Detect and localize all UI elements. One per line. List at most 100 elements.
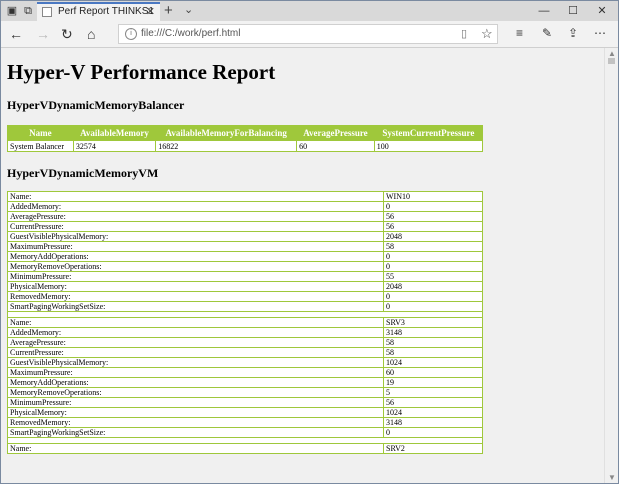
tab-bar: ▣ ⧉ Perf Report THINKS1 ✕ + ⌄ — ☐ ✕ — [1, 1, 618, 21]
tab-active[interactable]: Perf Report THINKS1 ✕ — [37, 2, 160, 21]
property-value: WIN10 — [383, 191, 483, 202]
balancer-section-heading: HyperVDynamicMemoryBalancer — [7, 98, 185, 112]
table-row: PhysicalMemory: 2048 — [7, 281, 483, 292]
info-icon[interactable]: i — [125, 28, 137, 40]
property-name: MemoryAddOperations: — [7, 251, 384, 262]
table-row: PhysicalMemory: 1024 — [7, 407, 483, 418]
table-row: SmartPagingWorkingSetSize: 0 — [7, 427, 483, 438]
property-value: 1024 — [383, 407, 483, 418]
maximize-button[interactable]: ☐ — [559, 2, 587, 20]
balancer-column-header: Name — [7, 125, 74, 141]
set-aside-tabs-icon[interactable]: ⧉ — [21, 4, 35, 18]
property-name: AddedMemory: — [7, 201, 384, 212]
table-row: MemoryAddOperations: 19 — [7, 377, 483, 388]
property-name: AveragePressure: — [7, 211, 384, 222]
tab-title: Perf Report THINKS1 — [58, 6, 154, 17]
property-name: Name: — [7, 443, 384, 454]
property-value: 3148 — [383, 327, 483, 338]
property-name: MinimumPressure: — [7, 271, 384, 282]
property-value: 56 — [383, 211, 483, 222]
property-name: AveragePressure: — [7, 337, 384, 348]
page-title: Hyper-V Performance Report — [7, 60, 276, 84]
reading-view-icon[interactable]: ▯ — [461, 27, 467, 40]
property-value: SRV3 — [383, 317, 483, 328]
forward-arrow-icon[interactable]: → — [36, 26, 50, 42]
table-row: Name: SRV3 — [7, 317, 483, 328]
chevron-down-icon[interactable]: ⌄ — [184, 3, 193, 16]
home-icon[interactable]: ⌂ — [87, 26, 95, 42]
address-url[interactable]: file:///C:/work/perf.html — [141, 28, 240, 39]
property-name: MemoryAddOperations: — [7, 377, 384, 388]
property-value: 3148 — [383, 417, 483, 428]
table-row: GuestVisiblePhysicalMemory: 2048 — [7, 231, 483, 242]
table-row: MinimumPressure: 56 — [7, 397, 483, 408]
toolbar: ← → ↻ ⌂ i file:///C:/work/perf.html ▯ ☆ … — [1, 21, 618, 48]
balancer-header-row: Name AvailableMemory AvailableMemoryForBal… — [7, 125, 484, 141]
hub-icon[interactable]: ≡ — [516, 26, 523, 40]
table-cell: 100 — [373, 140, 484, 152]
share-icon[interactable]: ⇪ — [568, 26, 578, 40]
property-name: AddedMemory: — [7, 327, 384, 338]
property-value: 1024 — [383, 357, 483, 368]
page-favicon-icon — [42, 7, 52, 17]
table-row: CurrentPressure: 56 — [7, 221, 483, 232]
browser-window: ▣ ⧉ Perf Report THINKS1 ✕ + ⌄ — ☐ ✕ ← → … — [0, 0, 619, 484]
property-name: Name: — [7, 317, 384, 328]
vm-section-heading: HyperVDynamicMemoryVM — [7, 166, 159, 180]
property-name: Name: — [7, 191, 384, 202]
property-name: GuestVisiblePhysicalMemory: — [7, 231, 384, 242]
property-value: 5 — [383, 387, 483, 398]
refresh-icon[interactable]: ↻ — [61, 26, 73, 42]
table-row: AddedMemory: 0 — [7, 201, 483, 212]
property-name: PhysicalMemory: — [7, 281, 384, 292]
table-row: MemoryRemoveOperations: 5 — [7, 387, 483, 398]
table-row: Name: WIN10 — [7, 191, 483, 202]
property-name: SmartPagingWorkingSetSize: — [7, 427, 384, 438]
tab-close-icon[interactable]: ✕ — [146, 5, 155, 18]
scroll-up-icon[interactable]: ▲ — [608, 49, 616, 58]
scroll-thumb[interactable] — [608, 58, 615, 64]
property-value: 58 — [383, 241, 483, 252]
property-name: MaximumPressure: — [7, 367, 384, 378]
table-cell: 16822 — [155, 140, 298, 152]
property-name: RemovedMemory: — [7, 291, 384, 302]
vertical-scrollbar[interactable]: ▲ ▼ — [604, 48, 618, 483]
table-cell: 32574 — [72, 140, 157, 152]
table-row: RemovedMemory: 0 — [7, 291, 483, 302]
favorite-star-icon[interactable]: ☆ — [481, 26, 493, 42]
table-row: System Balancer 32574 16822 60 100 — [7, 140, 484, 152]
back-arrow-icon[interactable]: ← — [9, 26, 23, 42]
table-row: MaximumPressure: 58 — [7, 241, 483, 252]
balancer-column-header: AvailableMemory — [72, 125, 157, 141]
property-value: 60 — [383, 367, 483, 378]
property-value: 58 — [383, 337, 483, 348]
property-value: 0 — [383, 201, 483, 212]
minimize-button[interactable]: — — [530, 2, 558, 20]
property-name: RemovedMemory: — [7, 417, 384, 428]
property-value: 56 — [383, 221, 483, 232]
table-row: CurrentPressure: 58 — [7, 347, 483, 358]
property-name: MemoryRemoveOperations: — [7, 261, 384, 272]
balancer-table: Name AvailableMemory AvailableMemoryForBal… — [7, 125, 484, 152]
property-name: PhysicalMemory: — [7, 407, 384, 418]
property-value: 0 — [383, 291, 483, 302]
property-value: 55 — [383, 271, 483, 282]
page-viewport: Hyper-V Performance Report HyperVDynamic… — [1, 48, 604, 483]
pen-icon[interactable]: ✎ — [542, 26, 552, 40]
more-icon[interactable]: ⋯ — [594, 26, 606, 40]
table-row: Name: SRV2 — [7, 443, 483, 454]
address-bar[interactable]: i file:///C:/work/perf.html ▯ ☆ — [118, 24, 498, 44]
property-name: MinimumPressure: — [7, 397, 384, 408]
table-row: MemoryRemoveOperations: 0 — [7, 261, 483, 272]
tab-preview-icon[interactable]: ▣ — [5, 4, 19, 18]
scroll-down-icon[interactable]: ▼ — [608, 473, 616, 482]
balancer-column-header: SystemCurrentPressure — [373, 125, 484, 141]
close-window-button[interactable]: ✕ — [588, 2, 616, 20]
property-value: 0 — [383, 427, 483, 438]
property-name: SmartPagingWorkingSetSize: — [7, 301, 384, 312]
table-row: AddedMemory: 3148 — [7, 327, 483, 338]
property-value: 2048 — [383, 231, 483, 242]
property-value: 0 — [383, 301, 483, 312]
new-tab-icon[interactable]: + — [164, 2, 173, 19]
property-name: CurrentPressure: — [7, 347, 384, 358]
